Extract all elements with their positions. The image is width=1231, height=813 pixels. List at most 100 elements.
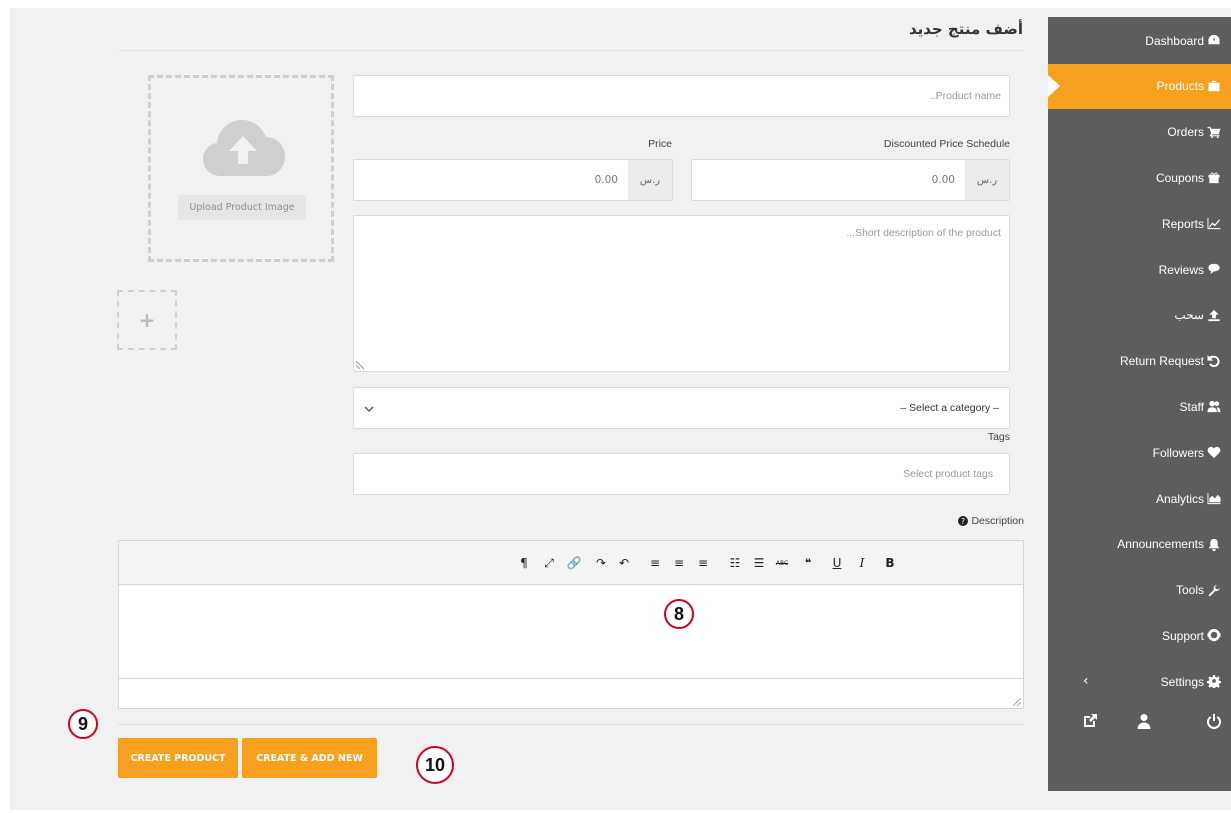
question-circle-icon[interactable]: ? <box>958 516 969 526</box>
description-label-text: Description <box>971 515 1024 527</box>
sidebar-item-reports[interactable]: Reports <box>1048 201 1231 246</box>
sidebar-item-label: Support <box>1161 628 1204 643</box>
collapse-sidebar-icon[interactable]: ‹ <box>1083 673 1089 689</box>
bell-icon <box>1207 538 1221 551</box>
footer-divider <box>118 724 1024 725</box>
redo-icon[interactable]: ↷ <box>592 553 610 573</box>
sidebar-item-reviews[interactable]: Reviews <box>1048 247 1231 292</box>
resize-handle-icon[interactable] <box>356 361 364 369</box>
sidebar-item-label: Products <box>1156 79 1204 94</box>
editor-content-area[interactable] <box>119 585 1023 679</box>
sidebar-item-label: Return Request <box>1119 354 1204 369</box>
align-center-icon[interactable]: ≡ <box>670 553 688 573</box>
sidebar-item-followers[interactable]: Followers <box>1048 430 1231 475</box>
cloud-upload-icon <box>203 120 285 176</box>
editor-resize-handle-icon[interactable] <box>1013 698 1021 706</box>
sidebar-footer <box>1048 713 1231 743</box>
life-ring-icon <box>1207 629 1221 642</box>
discounted-price-input[interactable]: 0.00 ر.س <box>691 159 1010 201</box>
paragraph-direction-icon[interactable]: ¶ <box>515 553 533 573</box>
sidebar-item-label: Staff <box>1179 399 1204 414</box>
category-select-value: – Select a category – <box>900 402 999 414</box>
sidebar-item-tools[interactable]: Tools <box>1048 568 1231 613</box>
product-name-input[interactable]: ..Product name <box>353 75 1010 117</box>
discounted-currency-addon: ر.س <box>965 160 1009 200</box>
editor-toolbar: B I U ❝ ABC ☰ ☷ ≡ ≡ ≡ ↶ ↷ 🔗 ⤢ ¶ <box>119 541 1023 585</box>
sidebar-item-return-request[interactable]: Return Request <box>1048 339 1231 384</box>
tags-label: Tags <box>987 431 1010 443</box>
sidebar-item-products[interactable]: Products <box>1048 63 1231 109</box>
short-description-textarea[interactable]: ...Short description of the product <box>353 215 1010 372</box>
sidebar-item-label: Tools <box>1175 583 1204 598</box>
sidebar-item-label: Analytics <box>1155 491 1204 506</box>
gift-icon <box>1207 171 1221 184</box>
title-divider <box>118 50 1024 51</box>
briefcase-icon <box>1207 80 1221 93</box>
create-product-button[interactable]: CREATE PRODUCT <box>118 738 238 778</box>
page-title: أضف منتج جديد <box>908 20 1023 38</box>
add-gallery-image-button[interactable]: + <box>117 290 177 350</box>
price-value: 0.00 <box>594 174 618 186</box>
sidebar-item-support[interactable]: Support <box>1048 613 1231 658</box>
description-editor[interactable]: B I U ❝ ABC ☰ ☷ ≡ ≡ ≡ ↶ ↷ 🔗 ⤢ ¶ <box>118 540 1024 709</box>
sidebar-item-dashboard[interactable]: Dashboard <box>1048 18 1231 63</box>
product-image-dropzone[interactable]: Upload Product Image <box>148 75 334 262</box>
sidebar-item-announcements[interactable]: Announcements <box>1048 522 1231 567</box>
tags-input[interactable]: Select product tags <box>353 453 1010 495</box>
user-icon[interactable] <box>1136 713 1152 729</box>
sidebar-item-label: Followers <box>1152 445 1204 460</box>
upload-product-image-button[interactable]: Upload Product Image <box>178 195 306 220</box>
link-icon[interactable]: 🔗 <box>565 553 583 573</box>
short-description-placeholder: ...Short description of the product <box>846 227 1001 239</box>
sidebar-item-label: Orders <box>1167 125 1204 140</box>
italic-icon[interactable]: I <box>853 553 871 573</box>
sidebar-item-staff[interactable]: Staff <box>1048 384 1231 429</box>
sidebar-item-label: Settings <box>1160 674 1204 689</box>
step-annotation-10: 10 <box>416 746 454 784</box>
product-name-placeholder: ..Product name <box>929 90 1001 102</box>
undo-icon <box>1207 354 1221 368</box>
svg-text:?: ? <box>961 517 965 526</box>
power-icon[interactable] <box>1206 713 1222 729</box>
create-and-add-new-button[interactable]: CREATE & ADD NEW <box>242 738 377 778</box>
editor-statusbar <box>119 678 1023 708</box>
sidebar-item-coupons[interactable]: Coupons <box>1048 155 1231 200</box>
align-right-icon[interactable]: ≡ <box>646 553 664 573</box>
sidebar-item-label: Reports <box>1161 216 1204 231</box>
undo-icon[interactable]: ↶ <box>615 553 633 573</box>
comments-icon <box>1207 263 1221 276</box>
strikethrough-icon[interactable]: ABC <box>773 553 791 573</box>
dashboard-icon <box>1207 34 1221 47</box>
users-icon <box>1207 400 1221 413</box>
numbered-list-icon[interactable]: ☷ <box>726 553 744 573</box>
sidebar-item-label: Dashboard <box>1145 33 1204 48</box>
step-annotation-9: 9 <box>68 709 98 739</box>
fullscreen-icon[interactable]: ⤢ <box>540 553 558 573</box>
step-annotation-8: 8 <box>664 599 694 629</box>
price-currency-addon: ر.س <box>628 160 672 200</box>
area-chart-icon <box>1207 492 1221 505</box>
external-link-icon[interactable] <box>1082 713 1098 729</box>
sidebar-item-settings[interactable]: Settings <box>1048 659 1231 704</box>
sidebar-item-label: Announcements <box>1117 537 1204 552</box>
bullet-list-icon[interactable]: ☰ <box>750 553 768 573</box>
upload-icon <box>1207 309 1221 322</box>
sidebar-item-label: سحب <box>1174 308 1204 323</box>
underline-icon[interactable]: U <box>828 553 846 573</box>
heart-icon <box>1207 446 1221 459</box>
chevron-down-icon <box>364 406 374 412</box>
sidebar-item-سحب[interactable]: سحب <box>1048 293 1231 338</box>
price-input[interactable]: 0.00 ر.س <box>353 159 673 201</box>
sidebar-item-orders[interactable]: Orders <box>1048 110 1231 155</box>
description-label: ? Description <box>958 515 1024 527</box>
category-select[interactable]: – Select a category – <box>353 387 1010 429</box>
bold-icon[interactable]: B <box>881 553 899 573</box>
cart-icon <box>1207 126 1221 139</box>
align-left-icon[interactable]: ≡ <box>694 553 712 573</box>
blockquote-icon[interactable]: ❝ <box>799 553 817 573</box>
sidebar-item-label: Reviews <box>1158 262 1204 277</box>
sidebar-item-analytics[interactable]: Analytics <box>1048 476 1231 521</box>
gear-icon <box>1207 675 1221 689</box>
tags-placeholder: Select product tags <box>903 468 993 480</box>
discounted-price-value: 0.00 <box>931 174 955 186</box>
